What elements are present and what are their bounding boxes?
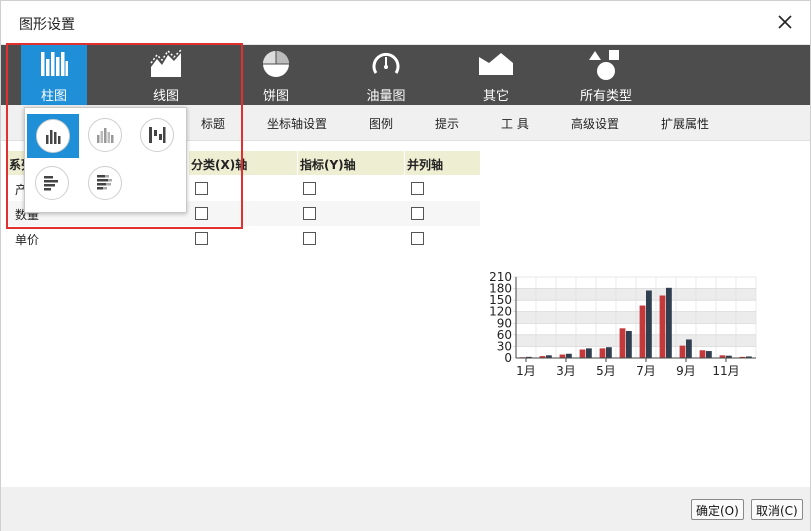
tab-advanced-settings[interactable]: 高级设置 bbox=[571, 115, 619, 132]
tab-title[interactable]: 标题 bbox=[201, 115, 225, 132]
tab-axis-settings[interactable]: 坐标轴设置 bbox=[267, 115, 327, 132]
chart-type-bar: 柱图 线图 饼图 油量图 其它 所有类型 bbox=[1, 45, 810, 105]
close-icon[interactable] bbox=[774, 11, 796, 33]
chart-type-label: 线图 bbox=[152, 89, 179, 104]
chart-type-label: 其它 bbox=[482, 89, 509, 104]
x-tick-label: 9月 bbox=[676, 364, 696, 378]
value-axis-checkbox[interactable] bbox=[303, 182, 316, 195]
category-axis-checkbox[interactable] bbox=[195, 232, 208, 245]
category-axis-checkbox[interactable] bbox=[195, 182, 208, 195]
value-axis-checkbox[interactable] bbox=[303, 207, 316, 220]
bar bbox=[699, 350, 706, 358]
bar bbox=[666, 287, 672, 358]
bar bbox=[679, 345, 686, 358]
title-bar: 图形设置 bbox=[1, 1, 810, 45]
bar bbox=[706, 351, 712, 358]
dialog-title: 图形设置 bbox=[19, 17, 75, 33]
tab-extended-properties[interactable]: 扩展属性 bbox=[661, 115, 709, 132]
subtype-stacked-bar[interactable] bbox=[88, 118, 122, 152]
bar-chart-icon bbox=[41, 52, 68, 76]
subtype-waterfall-bar[interactable] bbox=[140, 118, 174, 152]
x-tick-label: 1月 bbox=[516, 364, 536, 378]
tab-tools[interactable]: 工 具 bbox=[501, 115, 529, 132]
bar bbox=[586, 348, 592, 358]
all-types-icon bbox=[589, 50, 619, 80]
row-label: 单价 bbox=[15, 233, 40, 247]
bar bbox=[599, 348, 606, 358]
other-chart-icon bbox=[479, 53, 513, 75]
x-tick-label: 7月 bbox=[636, 364, 656, 378]
column-header-value-axis: 指标(Y)轴 bbox=[298, 151, 404, 175]
chart-type-pie-chart[interactable]: 饼图 bbox=[241, 45, 311, 105]
chart-type-line-chart[interactable]: 线图 bbox=[131, 45, 201, 105]
bar bbox=[579, 349, 586, 358]
stacked-bar-icon bbox=[97, 128, 114, 143]
waterfall-bar-icon bbox=[149, 127, 166, 143]
table-row: 单价 bbox=[7, 226, 480, 251]
parallel-axis-checkbox[interactable] bbox=[411, 232, 424, 245]
cancel-button[interactable]: 取消(C) bbox=[751, 499, 803, 520]
dialog-footer: 确定(O) 取消(C) bbox=[1, 487, 810, 531]
y-tick-label: 210 bbox=[489, 270, 512, 284]
gauge-icon bbox=[372, 52, 400, 74]
parallel-axis-checkbox[interactable] bbox=[411, 207, 424, 220]
chart-type-bar-chart[interactable]: 柱图 bbox=[21, 45, 87, 105]
chart-type-label: 油量图 bbox=[366, 89, 406, 104]
x-tick-label: 5月 bbox=[596, 364, 616, 378]
bar bbox=[606, 347, 612, 358]
column-header-parallel-axis: 并列轴 bbox=[405, 151, 480, 175]
chart-type-label: 柱图 bbox=[40, 89, 67, 104]
subtype-horizontal-stacked-bar[interactable] bbox=[88, 166, 122, 200]
horizontal-bar-icon bbox=[44, 176, 58, 191]
category-axis-checkbox[interactable] bbox=[195, 207, 208, 220]
chart-type-label: 饼图 bbox=[262, 89, 289, 104]
bar bbox=[646, 290, 652, 358]
pie-chart-icon bbox=[263, 51, 289, 77]
bar-subtype-popup bbox=[24, 107, 187, 213]
bar bbox=[566, 353, 572, 358]
area-chart-icon bbox=[150, 49, 182, 77]
x-tick-label: 3月 bbox=[556, 364, 576, 378]
subtype-vertical-bar[interactable] bbox=[27, 114, 79, 158]
bar bbox=[639, 305, 646, 358]
chart-type-other[interactable]: 其它 bbox=[461, 45, 531, 105]
subtype-horizontal-bar[interactable] bbox=[35, 166, 69, 200]
bar bbox=[659, 295, 666, 358]
horizontal-stacked-bar-icon bbox=[97, 175, 112, 190]
chart-type-label: 所有类型 bbox=[579, 89, 632, 104]
chart-type-all-types[interactable]: 所有类型 bbox=[571, 45, 641, 105]
parallel-axis-checkbox[interactable] bbox=[411, 182, 424, 195]
ok-button[interactable]: 确定(O) bbox=[691, 499, 744, 520]
value-axis-checkbox[interactable] bbox=[303, 232, 316, 245]
bar bbox=[559, 354, 566, 358]
column-header-category-axis: 分类(X)轴 bbox=[189, 151, 297, 175]
tab-legend[interactable]: 图例 bbox=[369, 115, 393, 132]
vertical-bar-icon bbox=[46, 130, 61, 144]
bar bbox=[686, 339, 692, 358]
bar bbox=[619, 328, 626, 358]
x-tick-label: 11月 bbox=[712, 364, 739, 378]
subtype-circle bbox=[36, 119, 70, 153]
chart-type-gauge[interactable]: 油量图 bbox=[351, 45, 421, 105]
tab-tooltip[interactable]: 提示 bbox=[435, 115, 459, 132]
bar bbox=[626, 331, 632, 358]
graph-settings-dialog: 图形设置 柱图 线图 饼图 油量图 其它 所有类型 标题 坐标轴设置 图例 提示… bbox=[0, 0, 811, 531]
chart-preview: 03060901201501802101月 3月 5月 7月 9月 11月 bbox=[489, 270, 757, 378]
